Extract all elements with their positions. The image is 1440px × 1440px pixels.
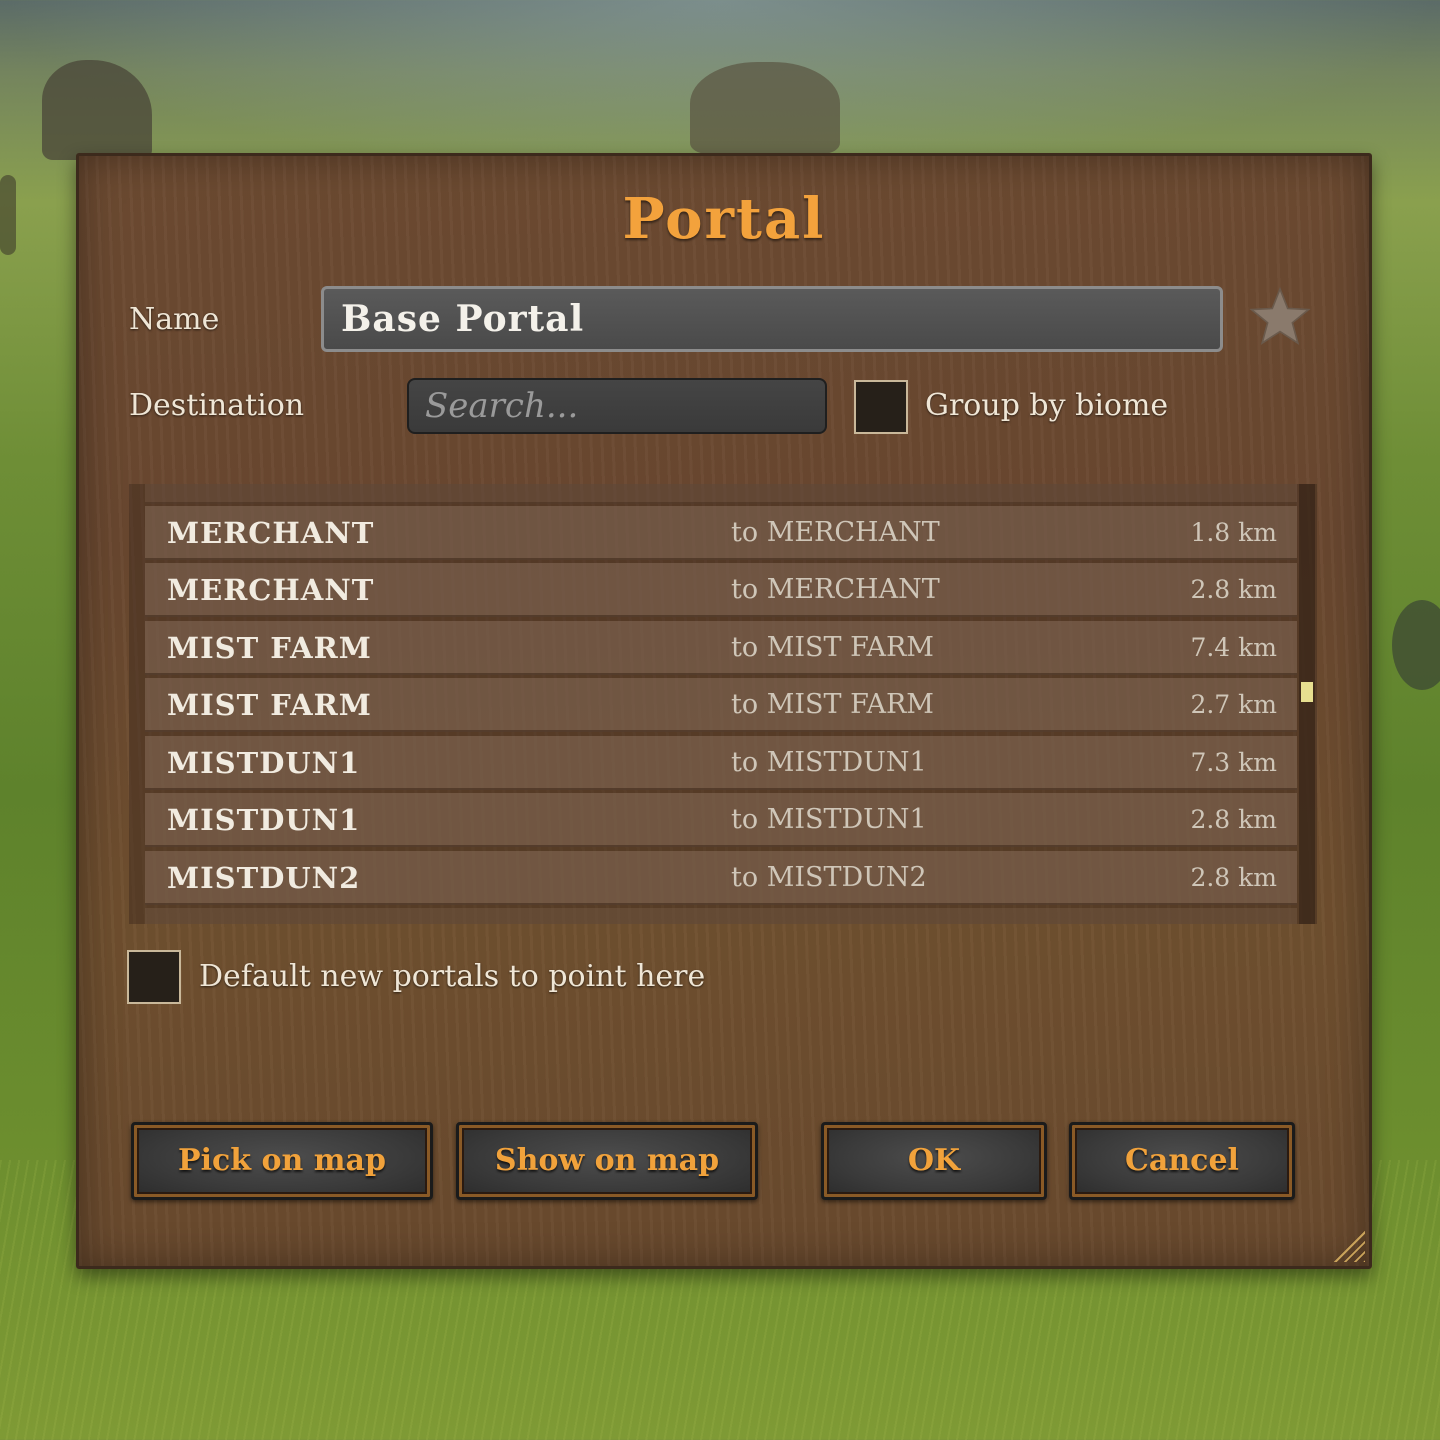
portal-destination: to MISTDUN1 xyxy=(731,747,927,778)
portal-destination: to MISTDUN2 xyxy=(731,862,927,893)
star-icon[interactable] xyxy=(1247,284,1313,350)
background-rock xyxy=(1392,600,1440,690)
ok-button[interactable]: OK xyxy=(821,1122,1047,1200)
group-by-biome-label: Group by biome xyxy=(925,388,1169,423)
list-item[interactable]: MIST FARM to MIST FARM 2.7 km xyxy=(145,678,1297,732)
list-item[interactable]: MERCHANT to MERCHANT 1.8 km xyxy=(145,506,1297,560)
pick-on-map-button[interactable]: Pick on map xyxy=(131,1122,433,1200)
group-by-biome-checkbox[interactable] xyxy=(854,380,908,434)
show-on-map-button[interactable]: Show on map xyxy=(456,1122,758,1200)
scrollbar-thumb[interactable] xyxy=(1301,682,1313,702)
list-item-partial[interactable] xyxy=(145,484,1297,504)
cancel-button[interactable]: Cancel xyxy=(1069,1122,1295,1200)
portal-name: MERCHANT xyxy=(167,573,375,607)
list-item-partial[interactable] xyxy=(145,908,1297,924)
destination-label: Destination xyxy=(129,388,305,423)
background-rock xyxy=(0,175,16,255)
default-portal-label: Default new portals to point here xyxy=(199,959,706,994)
portal-distance: 2.8 km xyxy=(1190,863,1277,892)
list-item[interactable]: MISTDUN1 to MISTDUN1 2.8 km xyxy=(145,793,1297,847)
portal-distance: 2.7 km xyxy=(1190,690,1277,719)
portal-destination: to MIST FARM xyxy=(731,632,934,663)
portal-destination: to MIST FARM xyxy=(731,689,934,720)
list-scrollbar[interactable] xyxy=(1299,484,1315,924)
list-item[interactable]: MISTDUN1 to MISTDUN1 7.3 km xyxy=(145,736,1297,790)
portal-destination: to MERCHANT xyxy=(731,574,940,605)
portal-destination: to MERCHANT xyxy=(731,517,940,548)
portal-name: MISTDUN1 xyxy=(167,746,361,780)
portal-name: MIST FARM xyxy=(167,688,372,722)
list-item[interactable]: MISTDUN2 to MISTDUN2 2.8 km xyxy=(145,851,1297,905)
portal-dialog: Portal Name Destination Group by biome M… xyxy=(76,153,1372,1269)
portal-distance: 1.8 km xyxy=(1190,518,1277,547)
portal-distance: 7.3 km xyxy=(1190,748,1277,777)
portal-name: MIST FARM xyxy=(167,631,372,665)
list-item[interactable]: MIST FARM to MIST FARM 7.4 km xyxy=(145,621,1297,675)
name-label: Name xyxy=(129,302,220,337)
list-item[interactable]: MERCHANT to MERCHANT 2.8 km xyxy=(145,563,1297,617)
portal-name-input[interactable] xyxy=(321,286,1223,352)
background-rock xyxy=(690,62,840,154)
portal-distance: 2.8 km xyxy=(1190,805,1277,834)
dialog-title: Portal xyxy=(622,186,826,252)
portal-name: MERCHANT xyxy=(167,516,375,550)
resize-handle[interactable] xyxy=(1331,1228,1365,1262)
portal-destination: to MISTDUN1 xyxy=(731,804,927,835)
portal-distance: 7.4 km xyxy=(1190,633,1277,662)
destination-search-input[interactable] xyxy=(407,378,827,434)
background-rock xyxy=(42,60,152,160)
portal-name: MISTDUN1 xyxy=(167,803,361,837)
portal-name: MISTDUN2 xyxy=(167,861,361,895)
default-portal-checkbox[interactable] xyxy=(127,950,181,1004)
portal-distance: 2.8 km xyxy=(1190,575,1277,604)
destination-list: MERCHANT to MERCHANT 1.8 km MERCHANT to … xyxy=(129,484,1317,924)
